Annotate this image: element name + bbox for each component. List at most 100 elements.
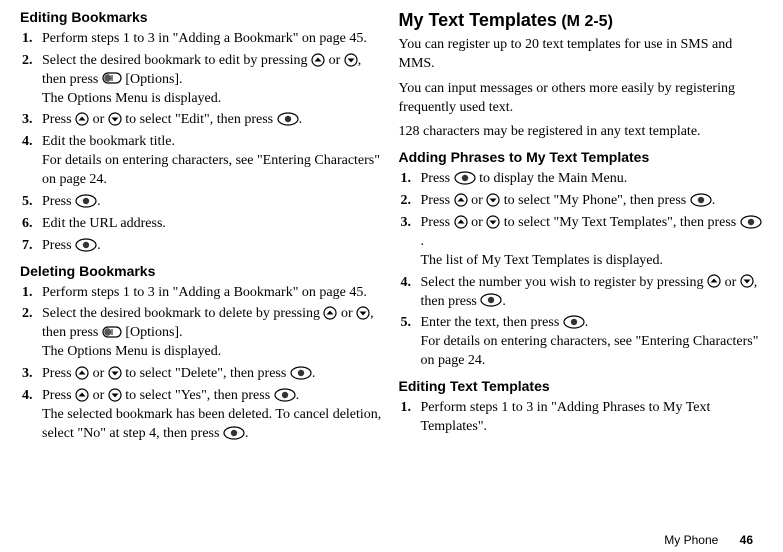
step-number: 4. xyxy=(22,133,42,190)
step-text: Perform steps 1 to 3 in "Adding a Bookma… xyxy=(42,30,385,49)
deleting-step-3: 3. Press or to select "Delete", then pre… xyxy=(20,365,385,384)
step-text: Edit the bookmark title. For details on … xyxy=(42,133,385,190)
editing-step-4: 4. Edit the bookmark title. For details … xyxy=(20,133,385,190)
main-title: My Text Templates xyxy=(399,10,557,30)
up-icon xyxy=(707,274,721,288)
step-number: 3. xyxy=(401,214,421,271)
deleting-step-1: 1. Perform steps 1 to 3 in "Adding a Boo… xyxy=(20,284,385,303)
text-fragment: to select "Edit", then press xyxy=(122,112,277,127)
heading-editing-templates: Editing Text Templates xyxy=(399,377,764,396)
down-icon xyxy=(486,215,500,229)
step-text: Edit the URL address. xyxy=(42,215,385,234)
text-fragment: . xyxy=(299,112,303,127)
center-icon xyxy=(740,215,762,229)
up-icon xyxy=(454,215,468,229)
text-fragment: to select "Delete", then press xyxy=(122,366,290,381)
center-icon xyxy=(290,366,312,380)
up-icon xyxy=(75,388,89,402)
text-fragment: . xyxy=(97,238,101,253)
down-icon xyxy=(108,366,122,380)
text-fragment: . xyxy=(712,193,716,208)
step-number: 3. xyxy=(22,111,42,130)
text-fragment: . xyxy=(421,234,425,249)
step-number: 1. xyxy=(401,170,421,189)
center-icon xyxy=(274,388,296,402)
text-fragment: or xyxy=(325,53,344,68)
adding-step-5: 5. Enter the text, then press . For deta… xyxy=(399,314,764,371)
editing-step-6: 6. Edit the URL address. xyxy=(20,215,385,234)
step-text: Perform steps 1 to 3 in "Adding a Bookma… xyxy=(42,284,385,303)
step-text: Press or to select "My Phone", then pres… xyxy=(421,192,764,211)
text-fragment: Press xyxy=(42,366,75,381)
page-content: Editing Bookmarks 1. Perform steps 1 to … xyxy=(0,0,783,530)
step-number: 5. xyxy=(22,193,42,212)
intro-para-1: You can register up to 20 text templates… xyxy=(399,36,764,74)
text-fragment: Select the desired bookmark to edit by p… xyxy=(42,53,311,68)
text-fragment: . xyxy=(245,426,249,441)
up-icon xyxy=(454,193,468,207)
main-title-suffix: (M 2-5) xyxy=(557,13,613,30)
left-column: Editing Bookmarks 1. Perform steps 1 to … xyxy=(20,8,397,530)
text-fragment: Press xyxy=(421,193,454,208)
text-fragment: The selected bookmark has been deleted. … xyxy=(42,407,381,441)
text-fragment: . xyxy=(97,194,101,209)
page-footer: My Phone 46 xyxy=(0,530,783,548)
text-fragment: to select "Yes", then press xyxy=(122,388,274,403)
text-fragment: . xyxy=(296,388,300,403)
footer-page-number: 46 xyxy=(740,533,753,547)
center-icon xyxy=(75,238,97,252)
text-fragment: or xyxy=(721,275,740,290)
center-icon xyxy=(690,193,712,207)
up-icon xyxy=(75,366,89,380)
text-fragment: Press xyxy=(421,215,454,230)
step-number: 3. xyxy=(22,365,42,384)
step-note: The Options Menu is displayed. xyxy=(42,90,385,109)
center-icon xyxy=(454,171,476,185)
step-number: 1. xyxy=(22,30,42,49)
text-fragment: [Options]. xyxy=(122,325,183,340)
text-fragment: Press xyxy=(42,194,75,209)
step-note: The Options Menu is displayed. xyxy=(42,343,385,362)
intro-para-2: You can input messages or others more ea… xyxy=(399,80,764,118)
intro-para-3: 128 characters may be registered in any … xyxy=(399,123,764,142)
text-fragment: or xyxy=(89,366,108,381)
step-number: 5. xyxy=(401,314,421,371)
down-icon xyxy=(108,112,122,126)
down-icon xyxy=(356,306,370,320)
text-fragment: or xyxy=(337,306,356,321)
text-fragment: Select the desired bookmark to delete by… xyxy=(42,306,323,321)
text-fragment: Edit the bookmark title. xyxy=(42,133,385,152)
step-text: Perform steps 1 to 3 in "Adding Phrases … xyxy=(421,399,764,437)
step-note: For details on entering characters, see … xyxy=(421,333,764,371)
step-text: Select the number you wish to register b… xyxy=(421,274,764,312)
center-icon xyxy=(480,293,502,307)
step-text: Press or to select "Delete", then press … xyxy=(42,365,385,384)
step-number: 2. xyxy=(401,192,421,211)
heading-deleting-bookmarks: Deleting Bookmarks xyxy=(20,262,385,281)
step-text: Select the desired bookmark to delete by… xyxy=(42,305,385,362)
text-fragment: to select "My Text Templates", then pres… xyxy=(500,215,740,230)
step-number: 1. xyxy=(22,284,42,303)
text-fragment: or xyxy=(89,112,108,127)
text-fragment: or xyxy=(89,388,108,403)
deleting-step-2: 2. Select the desired bookmark to delete… xyxy=(20,305,385,362)
editing-step-5: 5. Press . xyxy=(20,193,385,212)
adding-step-3: 3. Press or to select "My Text Templates… xyxy=(399,214,764,271)
editing-step-1: 1. Perform steps 1 to 3 in "Adding a Boo… xyxy=(20,30,385,49)
heading-my-text-templates: My Text Templates (M 2-5) xyxy=(399,8,764,33)
editing-step-3: 3. Press or to select "Edit", then press… xyxy=(20,111,385,130)
text-fragment: . xyxy=(312,366,316,381)
adding-step-1: 1. Press to display the Main Menu. xyxy=(399,170,764,189)
text-fragment: . xyxy=(502,294,506,309)
step-text: Press . xyxy=(42,193,385,212)
footer-section: My Phone xyxy=(664,533,718,547)
step-text: Press or to select "Yes", then press . T… xyxy=(42,387,385,444)
step-number: 4. xyxy=(401,274,421,312)
step-number: 2. xyxy=(22,52,42,109)
text-fragment: to display the Main Menu. xyxy=(476,171,628,186)
step-number: 6. xyxy=(22,215,42,234)
center-icon xyxy=(75,194,97,208)
deleting-step-4: 4. Press or to select "Yes", then press … xyxy=(20,387,385,444)
down-icon xyxy=(344,53,358,67)
step-text: Press or to select "Edit", then press . xyxy=(42,111,385,130)
